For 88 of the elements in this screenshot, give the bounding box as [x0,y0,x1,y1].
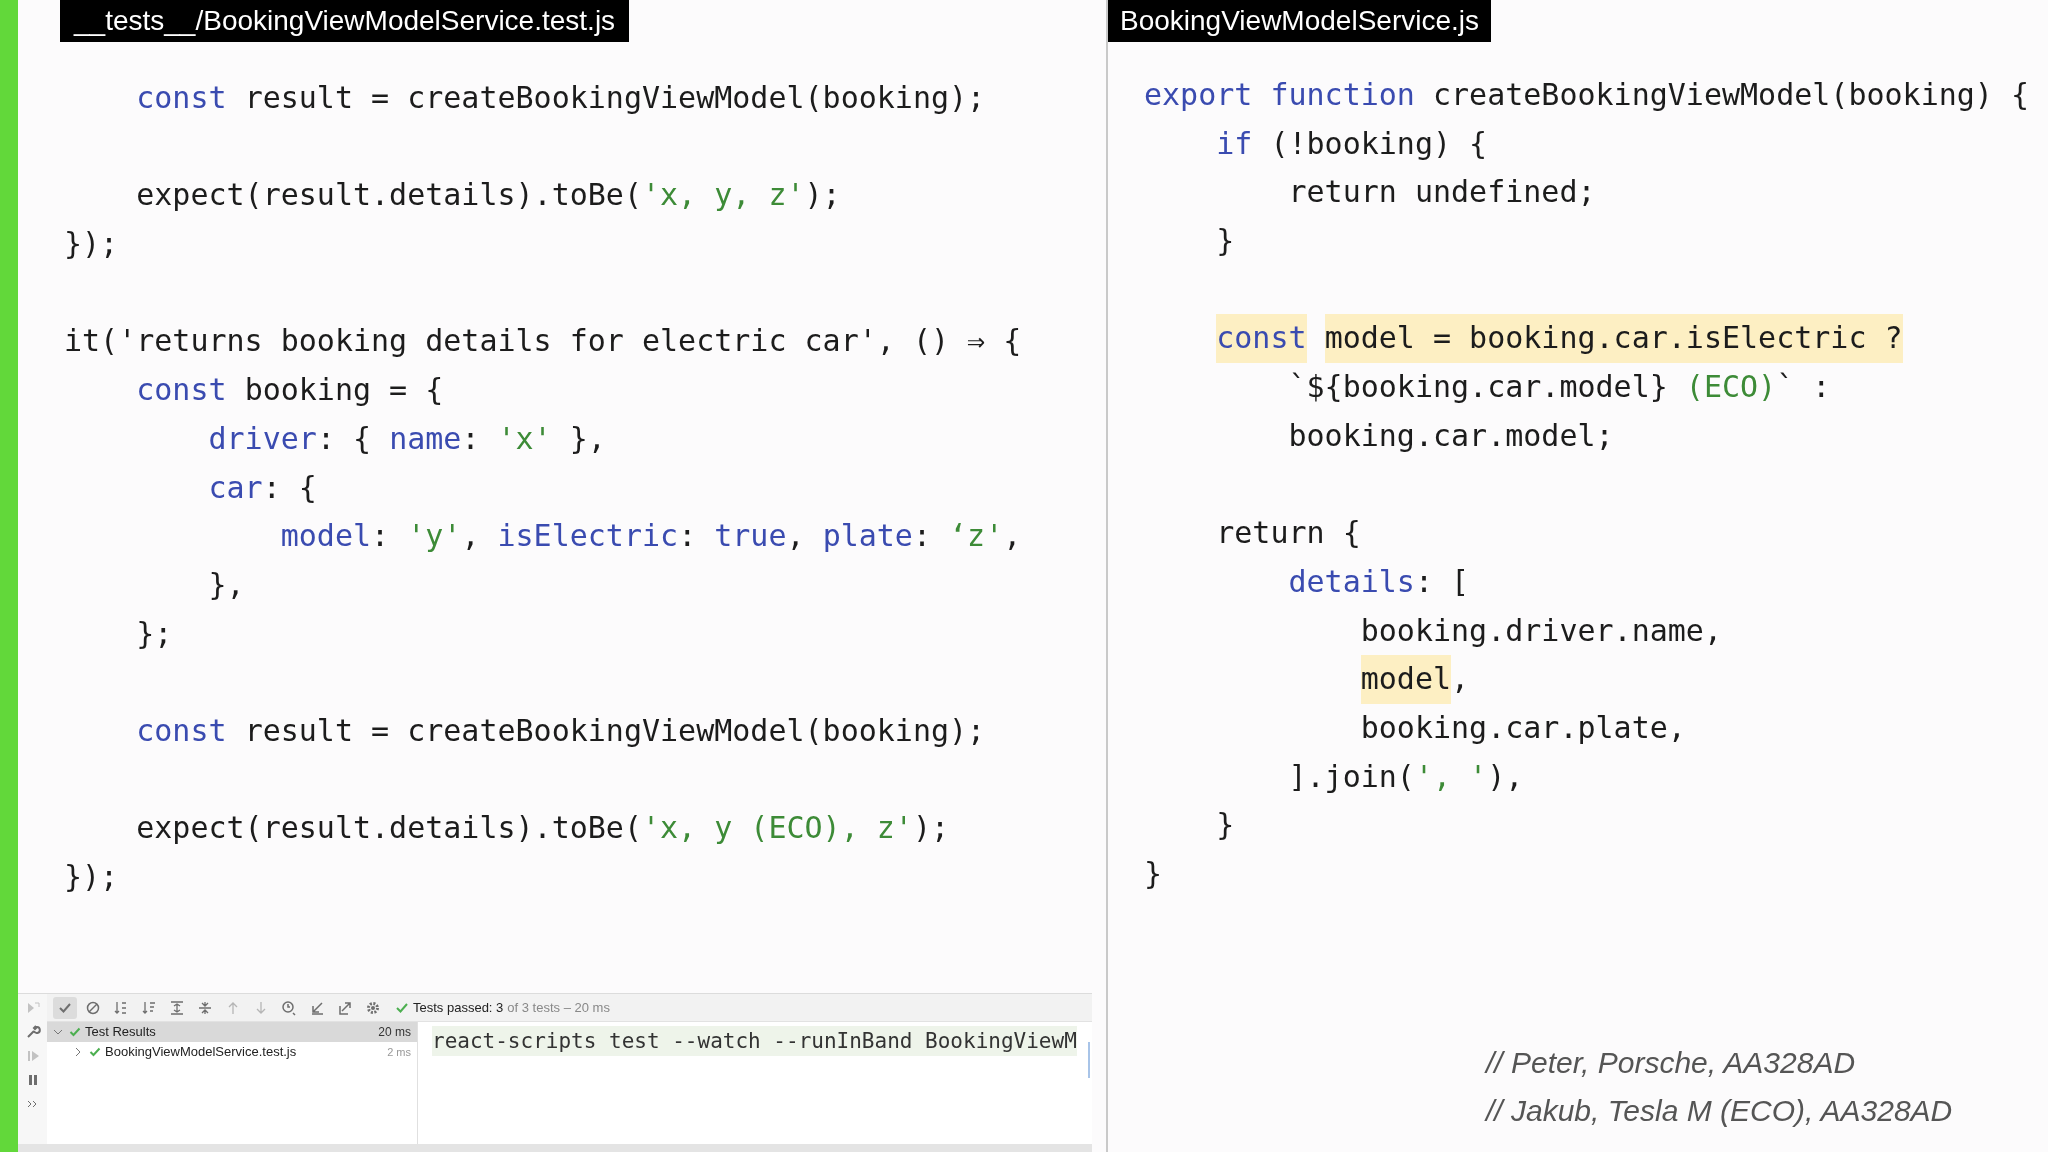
code-token: isElectric [497,517,679,556]
code-token: model [280,517,372,556]
code-token: name [389,419,462,458]
gear-icon [365,999,381,1016]
code-token: , [1003,517,1022,556]
code-token: } [1216,222,1235,261]
test-name: BookingViewModelService.test.js [105,1043,298,1062]
tree-item[interactable]: BookingViewModelService.test.js 2 ms [47,1042,417,1062]
clock-icon [281,999,297,1016]
code-token: booking.driver.name, [1360,611,1722,650]
code-token: : [371,517,391,556]
code-token: booking.car.plate, [1360,708,1686,747]
code-token: ', ' [1414,757,1488,796]
code-token: function [1270,76,1415,114]
code-token: createBookingViewModel(booking) { [1433,76,2030,114]
sort-icon [141,999,157,1016]
code-token: } [1216,806,1235,845]
code-token: (!booking) { [1270,124,1488,163]
code-token: return { [1216,514,1361,553]
code-token: : { [262,468,317,507]
code-token: plate [822,517,913,556]
code-token: : [ [1414,562,1470,601]
code-token: ` : [1776,368,1831,407]
code-token: model [1360,655,1452,704]
toolbar-button[interactable] [53,996,77,1019]
test-duration: 20 ms [378,1024,411,1041]
file-tab[interactable]: BookingViewModelService.js [1108,0,1491,42]
code-comment: // Peter, Porsche, AA328AD [1486,1046,1857,1080]
code-token: 'x, y, z' [642,176,805,215]
check-icon [89,1046,101,1058]
code-token: const [136,79,227,117]
export-icon [337,999,353,1016]
expand-icon [169,999,185,1016]
code-token: const [136,711,227,750]
code-token: const [1216,314,1307,364]
code-token: booking.car.model; [1288,416,1614,455]
code-token: details [1288,562,1415,601]
code-token: }); [64,225,119,264]
code-token: , [461,517,481,556]
code-token: }); [64,858,119,896]
code-token: booking = { [244,371,444,410]
code-token: if [1216,124,1253,163]
scrollbar[interactable] [1088,1042,1090,1078]
test-status-detail: of 3 tests – 20 ms [507,998,610,1017]
file-tab[interactable]: __tests__/BookingViewModelService.test.js [60,0,630,42]
code-token: result = createBookingViewModel(booking); [244,79,986,117]
code-token: `${booking.car.model} [1288,368,1669,407]
code-token: 'x, y (ECO), z' [642,809,913,848]
code-token: driver [208,419,317,458]
code-comment: // Jakub, Tesla M (ECO), AA328AD [1486,1094,1954,1128]
code-token: : { [316,419,373,458]
code-token: car [208,468,263,507]
code-token: , [1451,660,1470,699]
code-token: ), [1487,757,1524,796]
code-token: } [1144,855,1163,893]
test-name: Test Results [85,1023,157,1042]
code-token: ); [912,809,950,848]
code-token: (ECO) [1685,368,1777,407]
code-token: , [786,517,806,556]
code-token: result = createBookingViewModel(booking); [244,711,986,750]
code-token: export [1144,76,1253,114]
check-icon [69,1026,81,1038]
code-token: 'y' [407,517,462,556]
code-token: : [912,517,932,556]
test-status: Tests passed: 3 [413,998,504,1017]
code-token: model = booking.car.isElectric ? [1324,314,1903,364]
code-token: expect(result.details).toBe( [136,809,642,848]
sort-icon [113,999,129,1016]
import-icon [309,999,325,1016]
console-command: react-scripts test --watch --runInBand BookingViewM [432,1026,1077,1056]
tree-item[interactable]: Test Results 20 ms [47,1022,417,1042]
code-token: it('returns booking details for electric car', () ⇒ { [64,322,1022,361]
code-token: : [678,517,698,556]
code-token: ].join( [1288,757,1415,796]
code-token: true [714,517,787,556]
code-token: const [136,371,227,410]
code-token: return undefined; [1288,173,1596,212]
collapse-icon [197,999,213,1016]
code-token: : [461,419,481,458]
code-token: ); [804,176,841,215]
code-token: }, [208,565,245,604]
code-token: ‘z' [949,517,1004,556]
blocked-icon [85,999,101,1016]
code-token: }; [136,614,173,653]
test-duration: 2 ms [387,1044,411,1060]
code-token: expect(result.details).toBe( [136,176,642,215]
code-token: 'x' [497,419,552,458]
code-token: }, [569,419,606,458]
